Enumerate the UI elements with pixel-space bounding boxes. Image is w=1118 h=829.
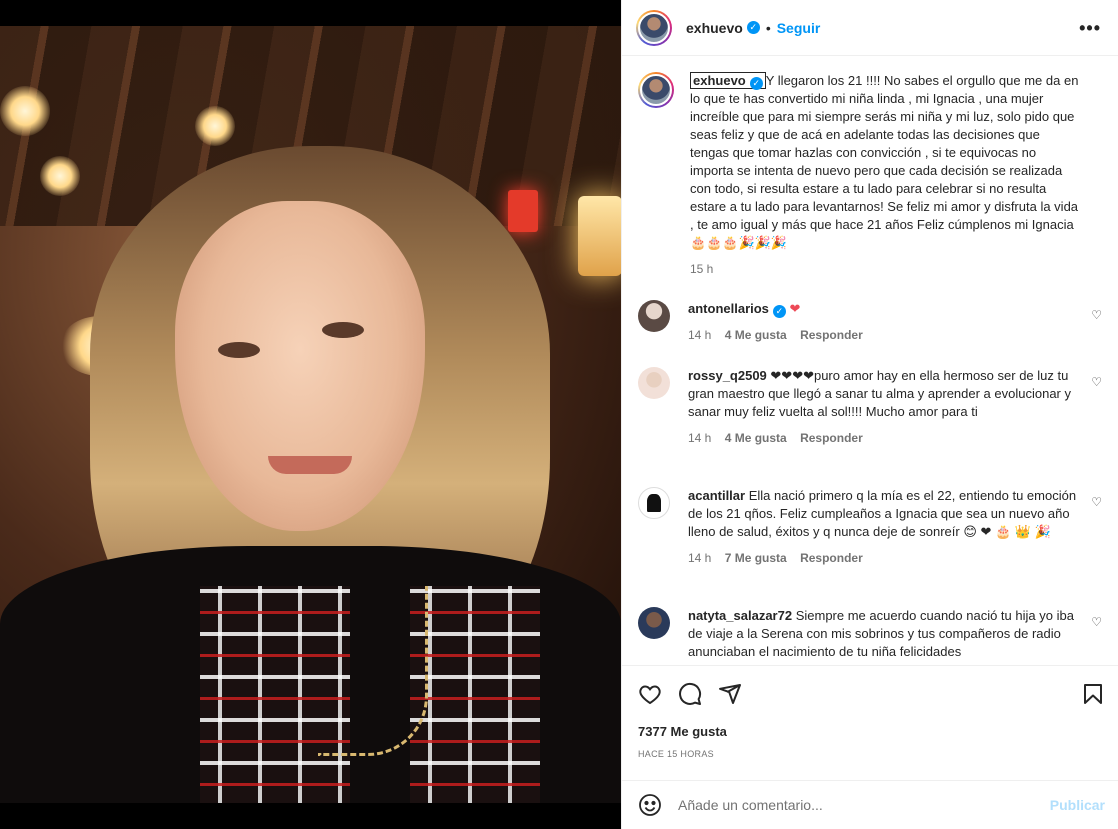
emoji-icon[interactable] [638,793,662,817]
comment-meta: 14 h 4 Me gusta Responder [688,429,1080,447]
verified-icon: ✓ [749,77,763,90]
comment-text: Ella nació primero q la mía es el 22, en… [688,488,1077,539]
comment-like-heart-icon[interactable]: ♡ [1091,495,1102,509]
photo-scarf-right [410,586,540,803]
comment-likes[interactable]: 4 Me gusta [725,431,787,445]
caption-meta: 15 h [690,260,1082,278]
comment-time: 14 h [688,328,712,342]
add-comment-bar: Publicar [622,780,1118,829]
photo-lamp [40,156,80,196]
post-header: exhuevo ✓ • Seguir ••• [622,0,1118,56]
comments-list[interactable]: exhuevo ✓ Y llegaron los 21 !!!! No sabes … [622,57,1118,665]
commenter-avatar[interactable] [638,367,670,399]
share-icon[interactable] [718,682,742,706]
comment-icon[interactable] [678,682,702,706]
verified-icon: ✓ [772,305,786,318]
post-modal: exhuevo ✓ • Seguir ••• exhuevo ✓ Y llegaro… [0,0,1118,829]
photo-lamp [0,86,50,136]
comment-like-heart-icon[interactable]: ♡ [1091,615,1102,629]
comment-text: ❤ [789,301,801,316]
follow-button[interactable]: Seguir [777,20,821,36]
commenter-username[interactable]: antonellarios [688,301,769,316]
post-actions: 7377 Me gusta HACE 15 HORAS [622,665,1118,780]
caption-username[interactable]: exhuevo [693,73,746,88]
photo-necklace [318,586,428,756]
comment-meta: 14 h 7 Me gusta Responder [688,549,1080,567]
likes-count[interactable]: 7377 Me gusta [638,724,727,739]
ribbon-icon [647,494,661,512]
photo-eye-left [218,342,260,358]
commenter-username[interactable]: natyta_salazar72 [688,608,792,623]
photo-lantern [578,196,621,276]
photo-exit-sign [508,190,538,232]
comment-meta: 14 h 4 Me gusta Responder [688,326,1080,344]
comment-like-heart-icon[interactable]: ♡ [1091,308,1102,322]
comment-likes[interactable]: 4 Me gusta [725,328,787,342]
commenter-avatar[interactable] [638,487,670,519]
commenter-avatar[interactable] [638,300,670,332]
caption-time: 15 h [690,262,714,276]
comment-like-heart-icon[interactable]: ♡ [1091,375,1102,389]
reply-button[interactable]: Responder [800,551,863,565]
photo-eye-right [322,322,364,338]
comment-item: antonellarios ✓ ❤ 14 h 4 Me gusta Respond… [638,300,1108,344]
caption-avatar[interactable] [638,72,674,108]
reply-button[interactable]: Responder [800,431,863,445]
comment-item: acantillar Ella nació primero q la mía e… [638,487,1108,567]
commenter-username[interactable]: rossy_q2509 [688,368,767,383]
photo-mouth [268,456,352,474]
more-options-icon[interactable]: ••• [1079,18,1101,39]
comment-input[interactable] [678,797,1038,813]
post-side-panel: exhuevo ✓ • Seguir ••• exhuevo ✓ Y llegaro… [621,0,1118,829]
comment-item: natyta_salazar72 Siempre me acuerdo cuan… [638,607,1108,661]
caption-text: Y llegaron los 21 !!!! No sabes el orgul… [690,73,1079,250]
photo-lamp [195,106,235,146]
bookmark-icon[interactable] [1081,682,1105,706]
verified-icon: ✓ [746,21,760,34]
comment-item: rossy_q2509 ❤❤❤❤puro amor hay en ella he… [638,367,1108,447]
post-photo[interactable] [0,26,621,803]
comment-likes[interactable]: 7 Me gusta [725,551,787,565]
author-avatar[interactable] [636,9,672,46]
publish-button[interactable]: Publicar [1050,797,1105,813]
comment-time: 14 h [688,551,712,565]
commenter-avatar[interactable] [638,607,670,639]
commenter-username[interactable]: acantillar [688,488,745,503]
post-caption: exhuevo ✓ Y llegaron los 21 !!!! No sabes … [638,72,1108,278]
separator-dot: • [765,19,771,36]
post-timestamp: HACE 15 HORAS [638,749,714,759]
comment-time: 14 h [688,431,712,445]
reply-button[interactable]: Responder [800,328,863,342]
heart-icon[interactable] [638,682,662,706]
author-username[interactable]: exhuevo [686,20,743,36]
